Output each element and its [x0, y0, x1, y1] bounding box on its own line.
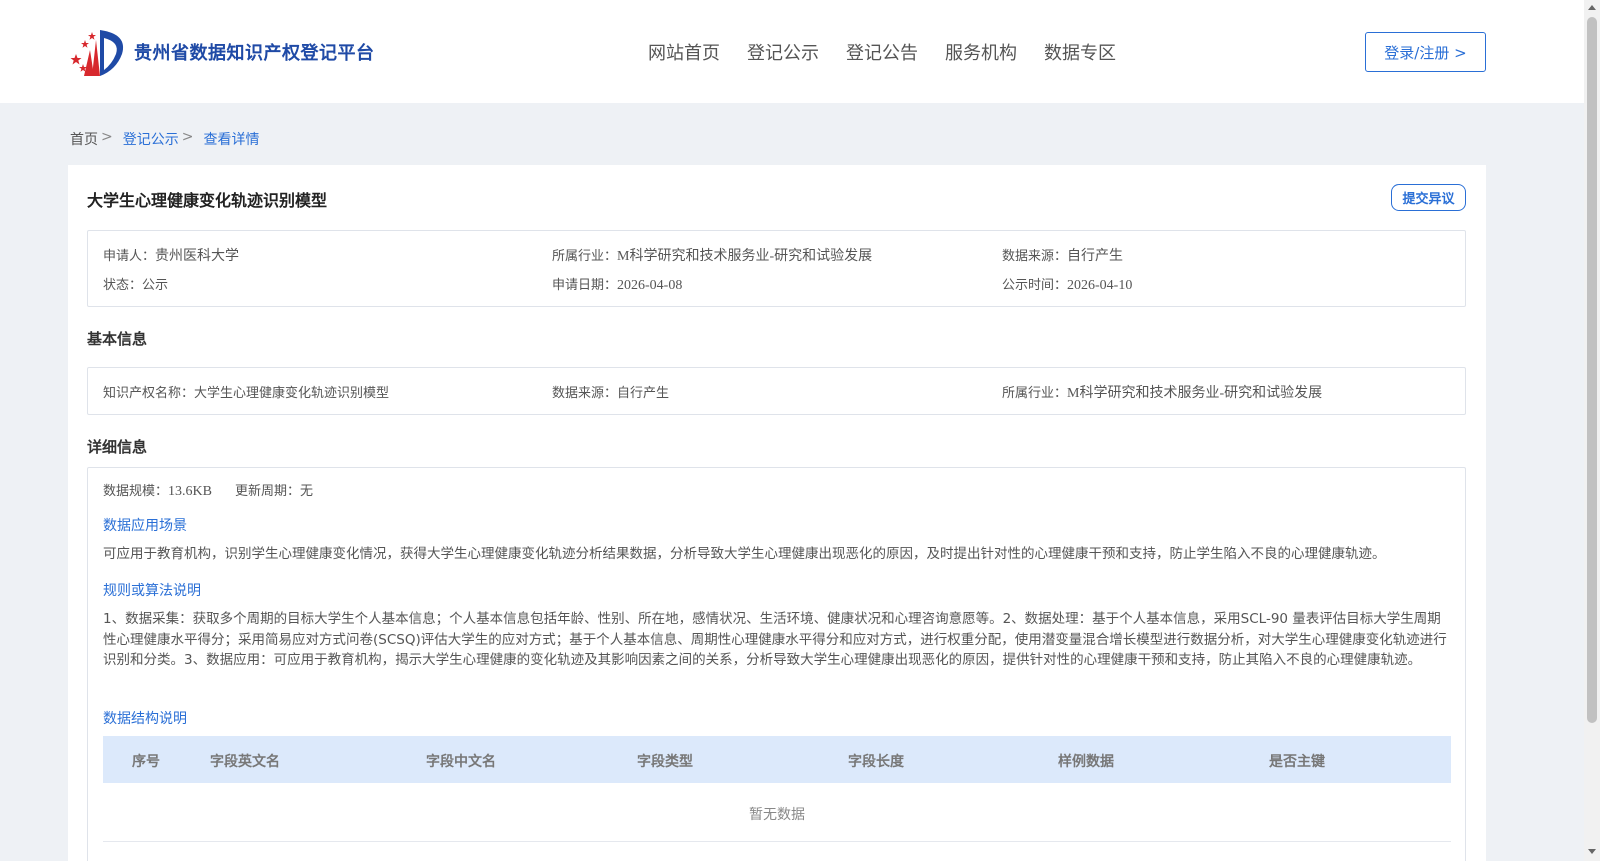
column-header-field-cn: 字段中文名: [426, 754, 496, 770]
scroll-down-arrow-icon[interactable]: [1588, 849, 1596, 854]
apply-date-label: 申请日期：: [552, 278, 618, 293]
industry-field: 所属行业：M科学研究和技术服务业-研究和试验发展: [552, 245, 872, 265]
ip-name-value: 大学生心理健康变化轨迹识别模型: [194, 386, 390, 401]
detail-card: 大学生心理健康变化轨迹识别模型 提交异议 申请人：贵州医科大学 所属行业：M科学…: [68, 165, 1486, 861]
table-empty-text: 暂无数据: [749, 807, 805, 823]
nav-service-agencies[interactable]: 服务机构: [945, 39, 1017, 65]
nav-data-zone[interactable]: 数据专区: [1044, 39, 1116, 65]
scrollbar-thumb[interactable]: [1587, 17, 1597, 723]
algorithm-text: 1、数据采集：获取多个周期的目标大学生个人基本信息；个人基本信息包括年龄、性别、…: [103, 611, 1447, 668]
application-scenario-text: 可应用于教育机构，识别学生心理健康变化情况，获得大学生心理健康变化轨迹分析结果数…: [103, 546, 1386, 562]
source-field: 数据来源：自行产生: [1002, 245, 1123, 265]
summary-box: 申请人：贵州医科大学 所属行业：M科学研究和技术服务业-研究和试验发展 数据来源…: [87, 230, 1466, 307]
source-label: 数据来源：: [1002, 249, 1068, 264]
ip-name-field: 知识产权名称：大学生心理健康变化轨迹识别模型: [103, 382, 389, 402]
status-label: 状态：: [103, 278, 143, 293]
industry-label: 所属行业：: [552, 249, 618, 264]
column-header-field-type: 字段类型: [637, 754, 693, 770]
scroll-up-arrow-icon[interactable]: [1588, 5, 1596, 10]
breadcrumb-section[interactable]: 登记公示: [123, 129, 179, 149]
basic-source-value: 自行产生: [617, 386, 670, 401]
nav-home[interactable]: 网站首页: [648, 39, 720, 65]
data-structure-title: 数据结构说明: [103, 711, 187, 727]
update-cycle-value: 无: [300, 484, 314, 499]
main-nav: 网站首页 登记公示 登记公告 服务机构 数据专区: [648, 39, 1143, 65]
breadcrumb-separator: >: [181, 129, 194, 145]
publish-time-value: 2026-04-10: [1067, 278, 1133, 293]
status-value: 公示: [142, 278, 169, 293]
basic-industry-field: 所属行业：M科学研究和技术服务业-研究和试验发展: [1002, 382, 1322, 402]
login-register-button[interactable]: 登录/注册 >: [1365, 32, 1486, 72]
basic-source-field: 数据来源：自行产生: [552, 382, 669, 402]
logo-emblem-icon: [70, 30, 124, 76]
details-box: 数据规模：13.6KB 更新周期：无 数据应用场景 可应用于教育机构，识别学生心…: [87, 467, 1466, 861]
apply-date-value: 2026-04-08: [617, 278, 683, 293]
column-header-primary-key: 是否主键: [1269, 754, 1325, 770]
nav-registration-publicity[interactable]: 登记公示: [747, 39, 819, 65]
update-cycle-label: 更新周期：: [235, 484, 301, 499]
update-cycle-field: 更新周期：无: [235, 480, 313, 500]
publish-time-label: 公示时间：: [1002, 278, 1068, 293]
data-structure-table-header: 序号 字段英文名 字段中文名 字段类型 字段长度 样例数据 是否主键: [103, 736, 1451, 783]
ip-name-label: 知识产权名称：: [103, 386, 195, 401]
site-header: 贵州省数据知识产权登记平台 网站首页 登记公示 登记公告 服务机构 数据专区 登…: [0, 0, 1584, 103]
details-heading: 详细信息: [87, 438, 148, 456]
scale-label: 数据规模：: [103, 484, 169, 499]
scale-value: 13.6KB: [168, 484, 212, 499]
applicant-label: 申请人：: [103, 249, 156, 264]
basic-info-box: 知识产权名称：大学生心理健康变化轨迹识别模型 数据来源：自行产生 所属行业：M科…: [87, 367, 1466, 415]
algorithm-title: 规则或算法说明: [103, 583, 201, 599]
industry-value: M科学研究和技术服务业-研究和试验发展: [617, 249, 873, 264]
site-logo[interactable]: 贵州省数据知识产权登记平台: [70, 26, 375, 78]
page-scrollbar[interactable]: [1584, 0, 1600, 861]
column-header-sample-data: 样例数据: [1058, 754, 1114, 770]
source-value: 自行产生: [1067, 249, 1124, 264]
publish-time-field: 公示时间：2026-04-10: [1002, 274, 1132, 294]
breadcrumb: 首页 > 登记公示 > 查看详情: [70, 129, 259, 149]
application-scenario-title: 数据应用场景: [103, 518, 187, 534]
basic-industry-label: 所属行业：: [1002, 386, 1068, 401]
nav-registration-announcement[interactable]: 登记公告: [846, 39, 918, 65]
scale-field: 数据规模：13.6KB: [103, 480, 212, 500]
submit-objection-button[interactable]: 提交异议: [1391, 184, 1466, 211]
applicant-value: 贵州医科大学: [155, 249, 240, 264]
status-field: 状态：公示: [103, 274, 168, 294]
basic-industry-value: M科学研究和技术服务业-研究和试验发展: [1067, 386, 1323, 401]
applicant-field: 申请人：贵州医科大学: [103, 245, 239, 265]
column-header-field-length: 字段长度: [848, 754, 904, 770]
column-header-field-en: 字段英文名: [210, 754, 280, 770]
breadcrumb-home[interactable]: 首页: [70, 129, 98, 149]
breadcrumb-current: 查看详情: [203, 132, 260, 148]
table-divider: [103, 841, 1451, 842]
apply-date-field: 申请日期：2026-04-08: [552, 274, 682, 294]
column-header-index: 序号: [132, 754, 160, 770]
breadcrumb-separator: >: [101, 129, 113, 145]
logo-text: 贵州省数据知识产权登记平台: [134, 43, 375, 64]
basic-info-heading: 基本信息: [87, 330, 148, 348]
basic-source-label: 数据来源：: [552, 386, 618, 401]
page-title: 大学生心理健康变化轨迹识别模型: [87, 191, 328, 210]
